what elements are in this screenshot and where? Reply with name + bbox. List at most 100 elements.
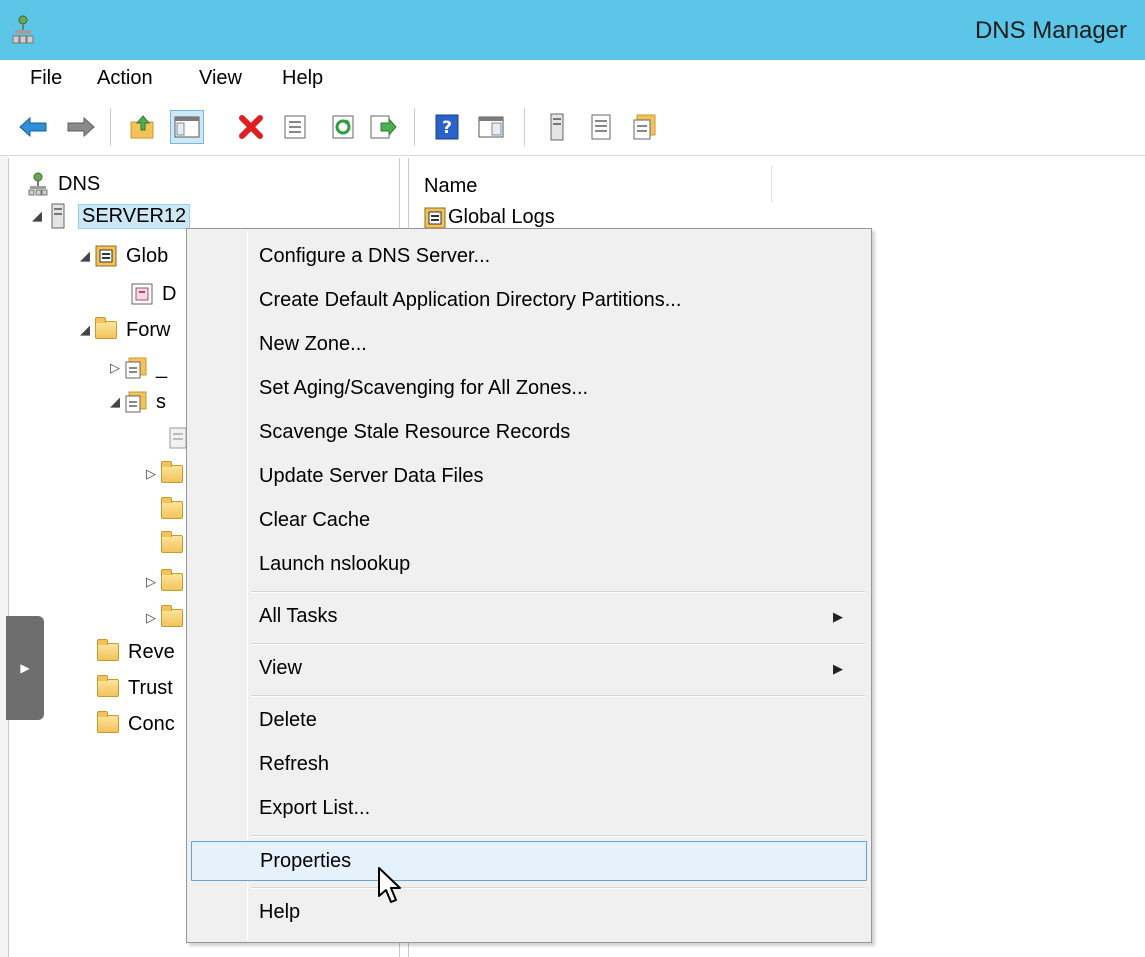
server-icon (46, 203, 70, 229)
refresh-button[interactable] (326, 110, 360, 144)
list-item[interactable]: Global Logs (424, 206, 555, 229)
tree-item-global-logs[interactable]: ◢ Glob (76, 242, 168, 270)
menu-view[interactable]: View (199, 67, 242, 90)
tree-item-dns-events[interactable]: D (130, 280, 176, 308)
tree-item-label: Glob (126, 244, 169, 267)
folder-icon (96, 639, 120, 664)
tree-item-trust-points[interactable]: Trust (96, 674, 173, 702)
menu-item-label: Configure a DNS Server... (259, 245, 491, 267)
menu-item-label: Help (259, 901, 301, 923)
back-arrow-icon (19, 116, 47, 138)
list-item-name: Global Logs (448, 206, 555, 228)
forward-button[interactable] (64, 110, 98, 144)
list-view-icon (591, 114, 611, 140)
collapse-arrow-icon[interactable]: ◢ (76, 322, 94, 338)
menu-item-label: Set Aging/Scavenging for All Zones... (259, 377, 589, 399)
show-action-pane-icon (478, 116, 504, 138)
tree-item-label: D (162, 282, 177, 305)
tree-item-server12[interactable]: ◢ SERVER12 (28, 202, 191, 230)
menu-item-properties[interactable]: Properties (191, 841, 867, 881)
tree-item-subfolder[interactable]: ▷ (142, 568, 192, 596)
tree-item-zone-domain[interactable]: ◢ s (106, 388, 166, 416)
menu-bar: File Action View Help (0, 60, 1145, 98)
show-hide-console-tree-button[interactable] (170, 110, 204, 144)
delete-button[interactable] (234, 110, 268, 144)
zone-icon (124, 356, 148, 380)
menu-item-scavenge-stale-records[interactable]: Scavenge Stale Resource Records (191, 413, 867, 453)
menu-separator (251, 695, 865, 697)
properties-button[interactable] (278, 110, 312, 144)
menu-item-launch-nslookup[interactable]: Launch nslookup (191, 545, 867, 585)
collapse-arrow-icon[interactable]: ◢ (76, 248, 94, 264)
tree-item-label: Trust (128, 676, 173, 699)
show-action-pane-button[interactable] (474, 110, 508, 144)
collapse-arrow-icon[interactable]: ◢ (28, 208, 46, 224)
menu-item-refresh[interactable]: Refresh (191, 745, 867, 785)
menu-action[interactable]: Action (97, 67, 153, 90)
expand-arrow-icon[interactable]: ▷ (142, 466, 160, 482)
menu-item-all-tasks[interactable]: All Tasks ▶ (191, 597, 867, 637)
dns-log-icon (130, 282, 154, 306)
server-button[interactable] (540, 110, 574, 144)
menu-separator (251, 591, 865, 593)
tree-item-subfolder[interactable]: ▷ (142, 604, 192, 632)
tree-item-label: s (156, 390, 166, 413)
export-list-icon (370, 115, 397, 139)
chevron-right-icon: ▶ (20, 661, 30, 675)
svg-text:?: ? (442, 118, 452, 138)
menu-item-clear-cache[interactable]: Clear Cache (191, 501, 867, 541)
menu-help[interactable]: Help (282, 67, 323, 90)
menu-item-new-zone[interactable]: New Zone... (191, 325, 867, 365)
mouse-pointer-icon (378, 867, 401, 903)
menu-item-configure-dns-server[interactable]: Configure a DNS Server... (191, 237, 867, 277)
menu-item-label: Delete (259, 709, 317, 731)
menu-item-export-list[interactable]: Export List... (191, 789, 867, 829)
zone-icon (633, 114, 656, 140)
menu-item-update-server-data-files[interactable]: Update Server Data Files (191, 457, 867, 497)
menu-item-label: Properties (260, 850, 352, 872)
tree-item-subfolder[interactable]: ▷ (142, 460, 192, 488)
expand-pane-handle[interactable]: ▶ (6, 616, 44, 720)
expand-arrow-icon[interactable]: ▷ (142, 574, 160, 590)
tree-item-label: DNS (58, 172, 101, 195)
folder-icon (160, 605, 184, 630)
up-one-level-button[interactable] (126, 110, 160, 144)
menu-item-label: Update Server Data Files (259, 465, 484, 487)
folder-icon (160, 497, 184, 522)
folder-icon (96, 711, 120, 736)
tree-item-dns[interactable]: DNS (26, 170, 100, 198)
column-header-name[interactable]: Name (410, 166, 772, 202)
tree-item-forward-lookup-zones[interactable]: ◢ Forw (76, 316, 170, 344)
menu-item-view[interactable]: View ▶ (191, 649, 867, 689)
server-icon (550, 113, 564, 141)
expand-arrow-icon[interactable]: ▷ (106, 360, 124, 376)
menu-item-label: Export List... (259, 797, 371, 819)
toolbar-separator (414, 108, 415, 146)
menu-item-help[interactable]: Help (191, 893, 867, 933)
menu-file[interactable]: File (30, 67, 62, 90)
properties-icon (284, 115, 306, 139)
help-button[interactable]: ? (430, 110, 464, 144)
export-list-button[interactable] (366, 110, 400, 144)
collapse-arrow-icon[interactable]: ◢ (106, 394, 124, 410)
expand-arrow-icon[interactable]: ▷ (142, 610, 160, 626)
tree-item-label: Reve (128, 640, 175, 663)
toolbar-separator (524, 108, 525, 146)
forward-arrow-icon (67, 116, 95, 138)
list-view-button[interactable] (584, 110, 618, 144)
tree-item-reverse-lookup-zones[interactable]: Reve (96, 638, 175, 666)
menu-item-create-default-partitions[interactable]: Create Default Application Directory Par… (191, 281, 867, 321)
zone-button[interactable] (628, 110, 662, 144)
tree-item-zone-msdcs[interactable]: ▷ _ (106, 354, 167, 382)
menu-item-delete[interactable]: Delete (191, 701, 867, 741)
dns-manager-app-icon[interactable] (10, 14, 36, 46)
folder-icon (160, 569, 184, 594)
menu-item-label: Refresh (259, 753, 330, 775)
menu-item-label: Clear Cache (259, 509, 371, 531)
menu-item-set-aging-scavenging[interactable]: Set Aging/Scavenging for All Zones... (191, 369, 867, 409)
back-button[interactable] (16, 110, 50, 144)
context-menu: Configure a DNS Server... Create Default… (186, 228, 872, 943)
submenu-arrow-icon: ▶ (833, 609, 843, 624)
tree-item-conditional-forwarders[interactable]: Conc (96, 710, 175, 738)
folder-icon (160, 461, 184, 486)
